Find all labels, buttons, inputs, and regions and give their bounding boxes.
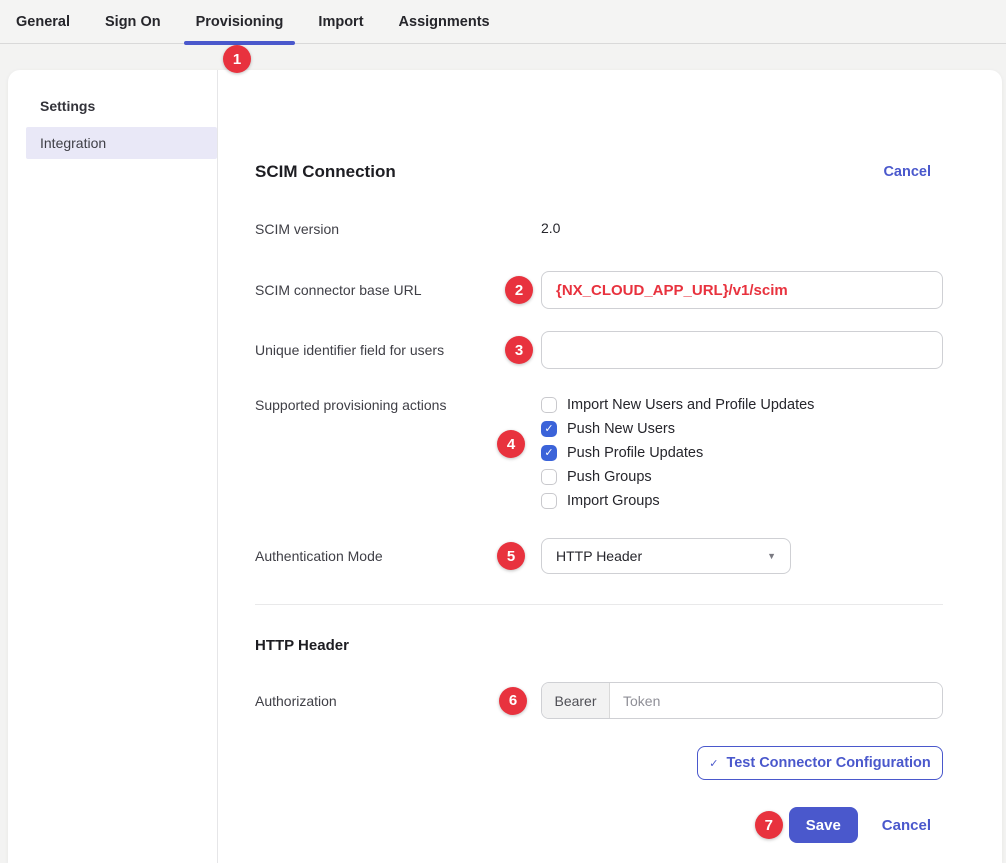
callout-badge-1: 1 — [223, 45, 251, 73]
scim-version-label: SCIM version — [255, 221, 541, 237]
checkbox-label: Push New Users — [567, 421, 675, 437]
checkbox-icon — [541, 493, 557, 509]
chevron-down-icon: ▼ — [767, 551, 776, 561]
auth-mode-select[interactable]: HTTP Header ▼ — [541, 538, 791, 574]
checkbox-import-groups[interactable]: Import Groups — [541, 489, 943, 513]
test-connector-label: Test Connector Configuration — [726, 755, 930, 771]
checkbox-push-profile-updates[interactable]: Push Profile Updates — [541, 441, 943, 465]
unique-id-row: Unique identifier field for users 3 — [255, 331, 943, 369]
callout-badge-3: 3 — [505, 336, 533, 364]
base-url-input[interactable] — [541, 271, 943, 309]
save-button[interactable]: Save — [789, 807, 858, 843]
token-input[interactable] — [610, 683, 942, 718]
tab-general[interactable]: General — [16, 0, 70, 44]
http-header-heading: HTTP Header — [255, 637, 943, 654]
tab-provisioning[interactable]: Provisioning — [196, 0, 284, 44]
provisioning-card: Settings Integration SCIM Connection Can… — [8, 70, 1002, 863]
unique-id-label: Unique identifier field for users — [255, 342, 541, 358]
cancel-link-top[interactable]: Cancel — [883, 164, 931, 180]
checkbox-push-groups[interactable]: Push Groups — [541, 465, 943, 489]
callout-badge-2: 2 — [505, 276, 533, 304]
auth-mode-row: Authentication Mode 5 HTTP Header ▼ — [255, 538, 943, 574]
checkbox-label: Push Groups — [567, 469, 652, 485]
section-divider — [255, 604, 943, 605]
scim-connection-panel: SCIM Connection Cancel SCIM version 2.0 … — [218, 70, 1002, 863]
checkbox-icon — [541, 397, 557, 413]
test-connector-button[interactable]: ✓ Test Connector Configuration — [697, 746, 943, 780]
callout-badge-7: 7 — [755, 811, 783, 839]
sidebar-heading: Settings — [40, 98, 217, 114]
checkbox-label: Push Profile Updates — [567, 445, 703, 461]
scim-version-row: SCIM version 2.0 — [255, 220, 943, 238]
tab-sign-on[interactable]: Sign On — [105, 0, 161, 44]
authorization-input-group: Bearer — [541, 682, 943, 719]
check-icon: ✓ — [709, 757, 718, 770]
scim-version-value: 2.0 — [541, 220, 560, 236]
provisioning-actions-row: Supported provisioning actions 4 Import … — [255, 393, 943, 513]
cancel-link-bottom[interactable]: Cancel — [882, 817, 931, 834]
callout-badge-5: 5 — [497, 542, 525, 570]
checkbox-icon — [541, 469, 557, 485]
checkbox-label: Import Groups — [567, 493, 660, 509]
checkbox-icon — [541, 445, 557, 461]
callout-badge-6: 6 — [499, 687, 527, 715]
authorization-row: Authorization 6 Bearer — [255, 682, 943, 719]
base-url-label: SCIM connector base URL — [255, 282, 541, 298]
sidebar-item-integration[interactable]: Integration — [26, 127, 217, 159]
callout-badge-4: 4 — [497, 430, 525, 458]
bearer-prefix: Bearer — [542, 683, 610, 718]
provisioning-actions-label: Supported provisioning actions — [255, 393, 541, 417]
checkbox-label: Import New Users and Profile Updates — [567, 397, 814, 413]
page-title: SCIM Connection — [255, 162, 396, 182]
checkbox-icon — [541, 421, 557, 437]
checkbox-push-new-users[interactable]: Push New Users — [541, 417, 943, 441]
base-url-row: SCIM connector base URL 2 — [255, 271, 943, 309]
checkbox-import-new-users[interactable]: Import New Users and Profile Updates — [541, 393, 943, 417]
tab-assignments[interactable]: Assignments — [399, 0, 490, 44]
auth-mode-value: HTTP Header — [556, 548, 642, 564]
unique-id-input[interactable] — [541, 331, 943, 369]
app-tabbar: General Sign On Provisioning Import Assi… — [0, 0, 1006, 44]
settings-sidebar: Settings Integration — [8, 70, 218, 863]
tab-import[interactable]: Import — [318, 0, 363, 44]
